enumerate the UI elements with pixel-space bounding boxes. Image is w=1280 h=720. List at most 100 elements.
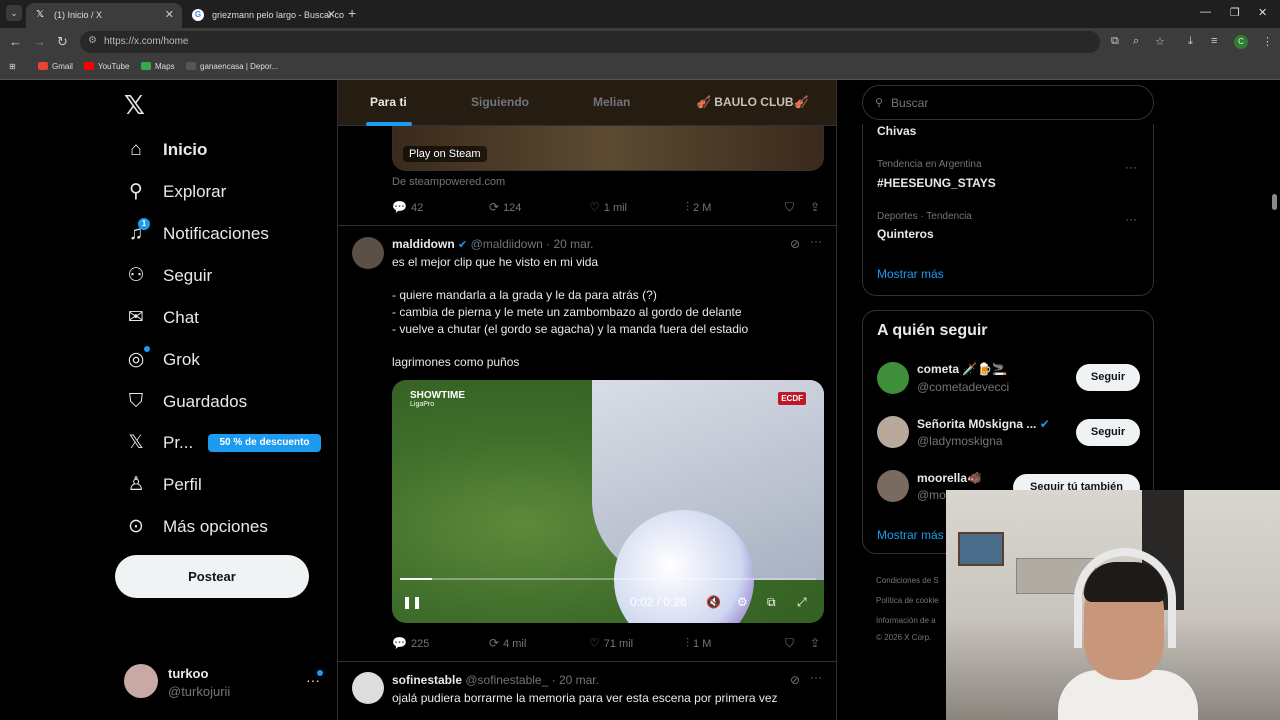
mute-icon[interactable]: 🔇 — [706, 595, 721, 609]
user-handle[interactable]: @ladymoskigna — [917, 434, 1003, 448]
user-name[interactable]: moorella🐗 — [917, 471, 982, 485]
media-icon[interactable]: ≡ — [1211, 35, 1217, 47]
nav-item-inicio[interactable]: ⌂ Inicio — [124, 135, 207, 165]
browser-tab-active[interactable]: 𝕏 (1) Inicio / X ✕ — [26, 3, 182, 28]
more-icon[interactable]: ··· — [1125, 160, 1137, 174]
pip-icon[interactable]: ⧉ — [767, 595, 776, 610]
nav-item-perfil[interactable]: ♙ Perfil — [124, 470, 201, 500]
author-name[interactable]: sofinestable — [392, 673, 462, 687]
nav-item-mas-opciones[interactable]: ⊙ Más opciones — [124, 512, 268, 542]
grok-icon[interactable]: ⊘ — [790, 673, 800, 687]
nav-item-chat[interactable]: ✉ Chat — [124, 303, 199, 333]
like-button[interactable]: ♡ 71 mil — [589, 636, 633, 650]
address-bar[interactable]: ⚙ https://x.com/home — [80, 31, 1100, 53]
user-handle[interactable]: @mo — [917, 488, 946, 502]
trend-name[interactable]: Chivas — [877, 124, 916, 138]
x-logo-icon[interactable]: 𝕏 — [124, 90, 145, 121]
profile-avatar-icon[interactable]: C — [1234, 35, 1248, 49]
tweet-date[interactable]: · 20 mar. — [546, 237, 593, 251]
more-icon[interactable]: ··· — [1125, 212, 1137, 226]
tab-siguiendo[interactable]: Siguiendo — [471, 95, 529, 109]
footer-info-link[interactable]: Información de a — [876, 616, 936, 625]
pause-icon[interactable]: ❚❚ — [402, 595, 422, 609]
tab-baulo-club[interactable]: 🎻 BAULO CLUB🎻 — [696, 95, 809, 109]
scrollbar-thumb[interactable] — [1272, 194, 1277, 210]
forward-icon[interactable]: → — [33, 34, 46, 49]
like-button[interactable]: ♡ 1 mil — [589, 200, 627, 214]
restore-icon[interactable]: ❐ — [1230, 6, 1240, 19]
avatar[interactable] — [352, 237, 384, 269]
author-handle[interactable]: @maldiidown — [471, 237, 543, 251]
nav-item-grok[interactable]: ◎ Grok — [124, 345, 200, 375]
user-name[interactable]: Señorita M0skigna ... ✔ — [917, 417, 1050, 431]
video-progress-bar[interactable] — [400, 578, 816, 580]
views-button[interactable]: ⫶ 2 M — [686, 200, 711, 215]
share-button[interactable]: ⇪ — [810, 200, 824, 214]
minimize-icon[interactable]: — — [1200, 6, 1211, 18]
search-input[interactable] — [891, 94, 1141, 112]
cast-icon[interactable]: ⧉ — [1111, 35, 1119, 48]
show-more-link[interactable]: Mostrar más — [877, 528, 944, 542]
bookmark-maps[interactable]: Maps — [141, 62, 175, 71]
avatar[interactable] — [352, 672, 384, 704]
apps-grid-icon[interactable]: ⊞ — [9, 62, 16, 71]
more-icon[interactable]: ··· — [810, 670, 822, 684]
settings-icon[interactable]: ⚙ — [737, 595, 748, 609]
bookmark-youtube[interactable]: YouTube — [84, 62, 129, 71]
close-window-icon[interactable]: ✕ — [1258, 6, 1267, 19]
user-handle[interactable]: @cometadevecci — [917, 380, 1009, 394]
link-card-image[interactable]: Play on Steam — [392, 126, 824, 171]
reply-button[interactable]: 💬 225 — [392, 636, 429, 650]
show-more-link[interactable]: Mostrar más — [877, 267, 944, 281]
url-text[interactable]: https://x.com/home — [104, 36, 188, 47]
card-source[interactable]: De steampowered.com — [392, 176, 505, 188]
nav-item-notificaciones[interactable]: ♫ 1 Notificaciones — [124, 218, 269, 249]
reload-icon[interactable]: ↻ — [57, 34, 68, 50]
avatar[interactable] — [877, 362, 909, 394]
tab-search-menu[interactable]: ⌄ — [6, 5, 22, 21]
author-handle[interactable]: @sofinestable_ — [465, 673, 548, 687]
video-player[interactable]: SHOWTIME LigaPro ECDF ❚❚ 0:02 / 0:26 🔇 ⚙… — [392, 380, 824, 623]
download-icon[interactable]: ⤓ — [1188, 35, 1193, 48]
bookmark-gmail[interactable]: Gmail — [38, 62, 73, 71]
close-tab-icon[interactable]: ✕ — [165, 8, 174, 21]
trend-name[interactable]: #HEESEUNG_STAYS — [877, 176, 996, 190]
trend-name[interactable]: Quinteros — [877, 227, 934, 241]
share-button[interactable]: ⇪ — [810, 636, 824, 650]
nav-item-guardados[interactable]: ⛉ Guardados — [124, 387, 247, 417]
more-icon[interactable]: ··· — [810, 234, 822, 248]
bookmark-ganaencasa[interactable]: ganaencasa | Depor... — [186, 62, 278, 71]
close-tab-icon[interactable]: ✕ — [327, 8, 336, 21]
nav-item-explorar[interactable]: ⚲ Explorar — [124, 177, 226, 207]
bookmark-button[interactable]: ⛉ — [785, 200, 798, 215]
follow-button[interactable]: Seguir — [1076, 419, 1140, 446]
fullscreen-icon[interactable]: ⤢ — [797, 595, 807, 610]
avatar[interactable] — [877, 416, 909, 448]
post-button[interactable]: Postear — [115, 555, 309, 598]
follow-button[interactable]: Seguir — [1076, 364, 1140, 391]
reply-button[interactable]: 💬 42 — [392, 200, 423, 214]
browser-tab[interactable]: G griezmann pelo largo - Buscar co ✕ — [184, 3, 344, 28]
account-switcher[interactable]: turkoo @turkojurii ··· — [124, 664, 324, 704]
avatar[interactable] — [877, 470, 909, 502]
zoom-icon[interactable]: ⌕ — [1133, 35, 1139, 48]
views-button[interactable]: ⫶ 1 M — [686, 636, 711, 651]
search-field[interactable]: ⚲ — [862, 85, 1154, 120]
footer-terms-link[interactable]: Condiciones de S — [876, 576, 939, 585]
user-name[interactable]: cometa 🗡️🍺🚬 — [917, 362, 1007, 376]
tweet-date[interactable]: · 20 mar. — [552, 673, 599, 687]
nav-item-premium[interactable]: 𝕏 Pr... — [124, 428, 193, 458]
repost-button[interactable]: ⟳ 4 mil — [489, 636, 526, 650]
author-name[interactable]: maldidown — [392, 237, 455, 251]
bookmark-button[interactable]: ⛉ — [785, 636, 798, 651]
menu-dots-icon[interactable]: ⋮ — [1262, 35, 1273, 48]
footer-cookies-link[interactable]: Política de cookie — [876, 596, 939, 605]
tab-melian[interactable]: Melian — [593, 95, 630, 109]
grok-icon[interactable]: ⊘ — [790, 237, 800, 251]
site-info-icon[interactable]: ⚙ — [88, 35, 97, 46]
star-icon[interactable]: ☆ — [1155, 35, 1165, 48]
repost-button[interactable]: ⟳ 124 — [489, 200, 521, 214]
discount-badge[interactable]: 50 % de descuento — [208, 434, 321, 452]
new-tab-icon[interactable]: + — [348, 5, 356, 21]
back-icon[interactable]: ← — [9, 34, 22, 49]
